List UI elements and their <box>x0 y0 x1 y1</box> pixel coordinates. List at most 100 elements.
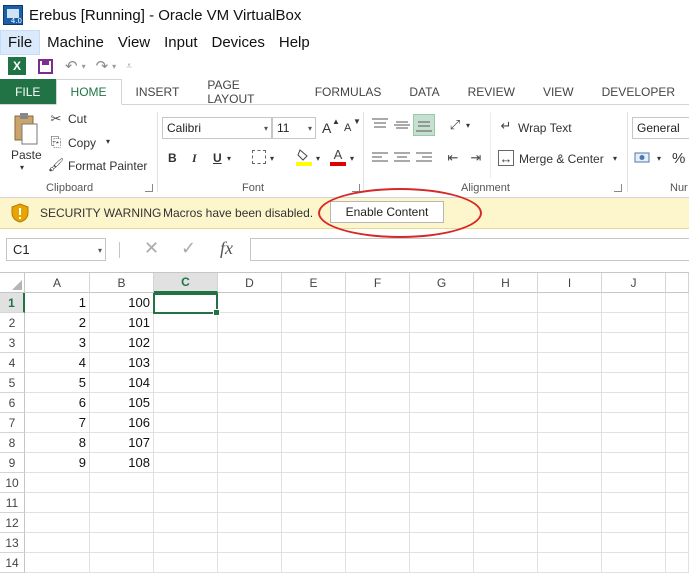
cell[interactable] <box>282 413 346 433</box>
orientation-dropdown-icon[interactable]: ▾ <box>466 121 470 130</box>
cell[interactable] <box>346 313 410 333</box>
redo-icon[interactable]: ↷ <box>96 57 109 75</box>
cell[interactable] <box>346 513 410 533</box>
cell[interactable] <box>282 453 346 473</box>
row-header[interactable]: 7 <box>0 413 25 433</box>
alignment-launcher-icon[interactable] <box>614 184 622 192</box>
cell[interactable] <box>602 393 666 413</box>
column-header-d[interactable]: D <box>218 273 282 293</box>
cell[interactable] <box>666 393 689 413</box>
tab-developer[interactable]: DEVELOPER <box>588 79 689 104</box>
cell[interactable] <box>410 513 474 533</box>
cell[interactable] <box>346 393 410 413</box>
increase-indent-icon[interactable]: ⇥ <box>467 149 485 167</box>
underline-dropdown-icon[interactable]: ▾ <box>227 154 231 163</box>
cell[interactable]: 100 <box>90 293 154 313</box>
cell[interactable] <box>346 533 410 553</box>
cell[interactable] <box>282 393 346 413</box>
row-header[interactable]: 13 <box>0 533 25 553</box>
cell[interactable] <box>474 413 538 433</box>
cell[interactable] <box>538 453 602 473</box>
cell[interactable] <box>154 353 218 373</box>
cell[interactable] <box>90 553 154 573</box>
cell[interactable] <box>474 493 538 513</box>
merge-center-button[interactable]: Merge & Center <box>519 152 604 166</box>
cell[interactable]: 101 <box>90 313 154 333</box>
cell[interactable] <box>218 313 282 333</box>
cell[interactable] <box>602 493 666 513</box>
cell[interactable] <box>474 473 538 493</box>
save-icon[interactable] <box>38 58 53 74</box>
cell[interactable] <box>154 293 218 313</box>
cell[interactable] <box>602 313 666 333</box>
cell[interactable] <box>410 353 474 373</box>
cell[interactable] <box>666 473 689 493</box>
cell[interactable] <box>154 393 218 413</box>
column-header-g[interactable]: G <box>410 273 474 293</box>
cell[interactable] <box>282 553 346 573</box>
row-header[interactable]: 10 <box>0 473 25 493</box>
menu-machine[interactable]: Machine <box>40 31 111 54</box>
cell[interactable] <box>218 533 282 553</box>
fill-color-icon[interactable] <box>296 147 312 167</box>
cell[interactable] <box>154 533 218 553</box>
cell[interactable] <box>666 373 689 393</box>
row-header[interactable]: 1 <box>0 293 25 313</box>
column-header-e[interactable]: E <box>282 273 346 293</box>
copy-icon[interactable]: ⎘ <box>48 134 64 150</box>
cell[interactable] <box>538 373 602 393</box>
align-left-icon[interactable] <box>371 149 389 167</box>
cell[interactable] <box>154 493 218 513</box>
align-middle-icon[interactable] <box>393 116 411 134</box>
cell[interactable] <box>410 333 474 353</box>
cell[interactable] <box>154 413 218 433</box>
undo-icon[interactable]: ↶ <box>65 57 78 75</box>
cell[interactable] <box>474 453 538 473</box>
font-color-dropdown-icon[interactable]: ▾ <box>350 154 354 163</box>
select-all-button[interactable] <box>0 273 25 293</box>
cell[interactable] <box>538 313 602 333</box>
cell[interactable] <box>218 413 282 433</box>
cell[interactable] <box>346 293 410 313</box>
font-name-select[interactable]: Calibri ▾ <box>162 117 272 139</box>
column-header-i[interactable]: I <box>538 273 602 293</box>
tab-file[interactable]: FILE <box>0 79 56 104</box>
row-header[interactable]: 6 <box>0 393 25 413</box>
cell[interactable] <box>474 313 538 333</box>
cell[interactable] <box>218 393 282 413</box>
cell[interactable] <box>218 553 282 573</box>
cell[interactable] <box>282 373 346 393</box>
row-header[interactable]: 4 <box>0 353 25 373</box>
tab-home[interactable]: HOME <box>55 79 122 105</box>
cell[interactable] <box>666 533 689 553</box>
cell[interactable] <box>602 553 666 573</box>
cell[interactable]: 9 <box>25 453 90 473</box>
cell[interactable] <box>410 373 474 393</box>
cell[interactable] <box>154 513 218 533</box>
cell[interactable] <box>346 353 410 373</box>
cell[interactable] <box>218 433 282 453</box>
tab-view[interactable]: VIEW <box>529 79 588 104</box>
row-header[interactable]: 2 <box>0 313 25 333</box>
cell[interactable] <box>154 473 218 493</box>
row-header[interactable]: 5 <box>0 373 25 393</box>
cell[interactable] <box>410 393 474 413</box>
cell[interactable] <box>666 493 689 513</box>
cell[interactable] <box>218 373 282 393</box>
cell[interactable] <box>410 313 474 333</box>
cell[interactable] <box>474 553 538 573</box>
cell[interactable] <box>90 513 154 533</box>
row-header[interactable]: 8 <box>0 433 25 453</box>
cell[interactable] <box>602 453 666 473</box>
redo-dropdown-icon[interactable]: ▾ <box>112 62 116 71</box>
row-header[interactable]: 14 <box>0 553 25 573</box>
formula-input[interactable] <box>250 238 689 261</box>
cell[interactable] <box>282 313 346 333</box>
tab-insert[interactable]: INSERT <box>122 79 194 104</box>
cell[interactable]: 1 <box>25 293 90 313</box>
enable-content-button[interactable]: Enable Content <box>330 201 444 223</box>
cell[interactable] <box>154 373 218 393</box>
cut-button[interactable]: Cut <box>68 112 87 126</box>
cell[interactable] <box>538 413 602 433</box>
cell[interactable] <box>154 313 218 333</box>
